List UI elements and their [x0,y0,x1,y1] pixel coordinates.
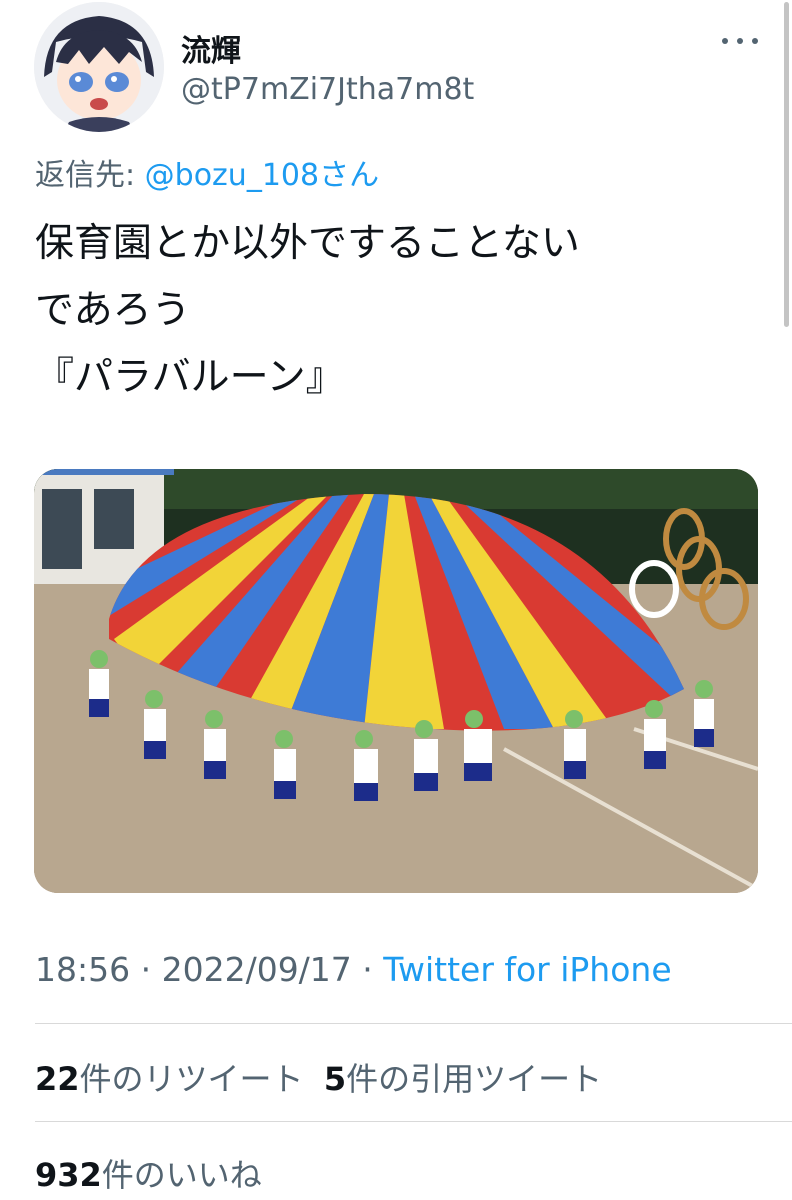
tweet-time[interactable]: 18:56 [35,950,130,989]
likes-stat[interactable]: 932件のいいね [35,1150,262,1196]
divider [35,1023,792,1024]
retweets-stat[interactable]: 22件のリツイート [35,1060,304,1098]
display-name[interactable]: 流輝 [181,26,241,70]
reply-mention-link[interactable]: @bozu_108さん [145,158,379,193]
more-dots-icon[interactable] [722,26,758,56]
likes-label: 件のいいね [101,1156,262,1194]
retweet-quote-stats: 22件のリツイート 5件の引用ツイート [35,1054,602,1100]
retweets-count: 22 [35,1060,80,1098]
likes-count: 932 [35,1156,102,1194]
meta-separator: · [130,950,162,989]
divider [35,1121,792,1122]
tweet-text-line: 『パラバルーン』 [35,355,345,400]
avatar-illustration [34,2,164,132]
scrollbar[interactable] [784,2,789,327]
quotes-count: 5 [323,1060,347,1098]
quotes-stat[interactable]: 5件の引用ツイート [324,1060,602,1098]
parachute-photo [34,469,758,893]
meta-separator: · [351,950,384,989]
reply-context: 返信先: @bozu_108さん [35,150,379,194]
tweet-text: 保育園とか以外ですることない であろう 『パラバルーン』 [35,210,755,411]
dot [752,38,758,44]
tweet-date[interactable]: 2022/09/17 [162,950,352,989]
tweet-text-line: 保育園とか以外ですることない [35,221,580,266]
reply-label: 返信先: [35,158,145,193]
tweet-media-image[interactable] [34,469,758,893]
avatar[interactable] [34,2,164,132]
tweet-text-line: であろう [35,288,191,333]
retweets-label: 件のリツイート [79,1060,304,1098]
quotes-label: 件の引用ツイート [346,1060,603,1098]
dot [737,38,743,44]
tweet-source-link[interactable]: Twitter for iPhone [383,950,671,989]
tweet-metadata: 18:56 · 2022/09/17 · Twitter for iPhone [35,950,672,989]
user-handle[interactable]: @tP7mZi7Jtha7m8t [181,72,474,107]
dot [722,38,728,44]
